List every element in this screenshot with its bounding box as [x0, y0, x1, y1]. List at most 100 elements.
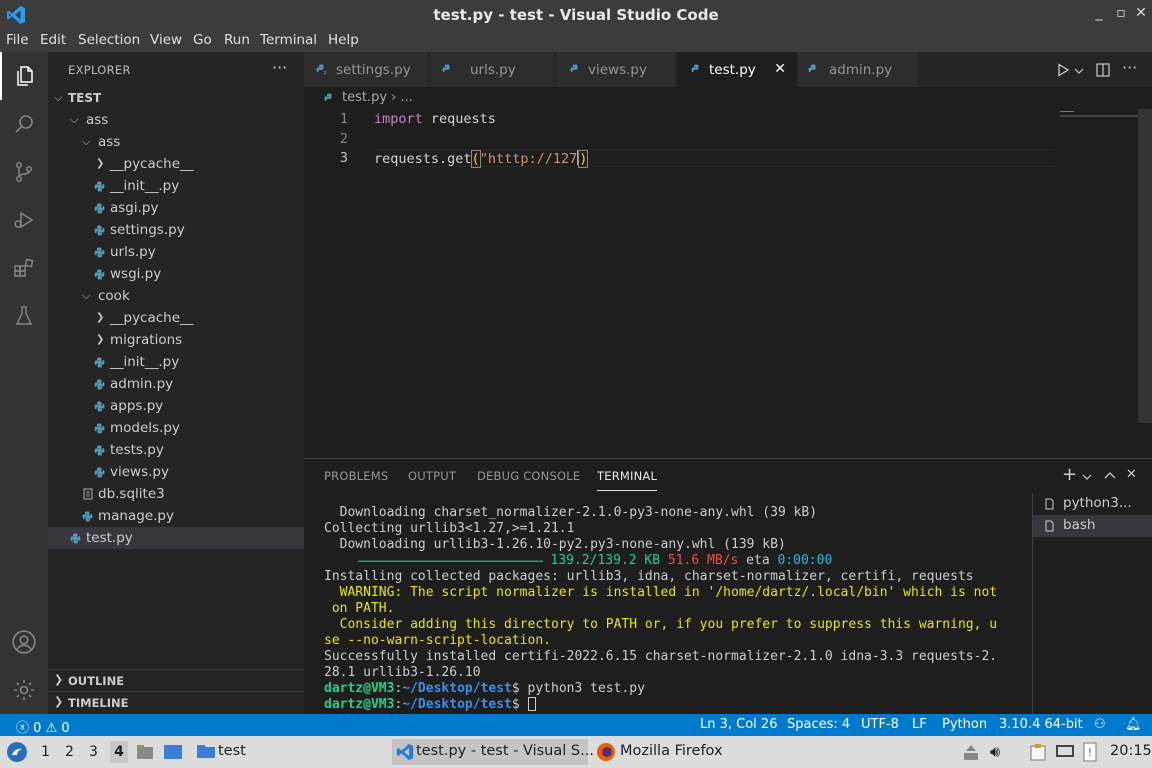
tree-folder[interactable]: ⌵ cook	[48, 285, 304, 307]
updates-icon[interactable]: !	[1083, 742, 1097, 762]
outline-section[interactable]: ❯ OUTLINE	[48, 669, 304, 691]
tree-file[interactable]: admin.py	[48, 373, 304, 395]
source-control-activity[interactable]	[0, 148, 48, 196]
terminal-item-python3[interactable]: python3...	[1033, 493, 1152, 515]
maximize-button[interactable]: ▫	[1112, 5, 1130, 21]
menu-view[interactable]: View	[150, 32, 182, 48]
terminal-warning: se --no-warn-script-location.	[324, 633, 551, 648]
volume-icon[interactable]: 🔊︎	[990, 742, 1000, 762]
code-line[interactable]: import requests	[374, 111, 496, 127]
upload-icon[interactable]	[963, 743, 979, 761]
python-file-icon	[94, 225, 105, 236]
menu-run[interactable]: Run	[224, 32, 250, 48]
accounts-activity[interactable]	[0, 618, 48, 666]
tree-file[interactable]: views.py	[48, 461, 304, 483]
problems-status[interactable]: ⓧ 0 ⚠ 0	[16, 717, 70, 736]
chevron-down-icon[interactable]	[1074, 67, 1084, 75]
extensions-activity[interactable]	[0, 244, 48, 292]
terminal-item-bash[interactable]: bash	[1033, 515, 1152, 537]
task-firefox[interactable]: Mozilla Firefox	[596, 739, 736, 765]
run-debug-activity[interactable]	[0, 196, 48, 244]
task-test-folder[interactable]: test	[194, 739, 254, 765]
files-icon	[17, 66, 33, 86]
close-tab-button[interactable]: ✕	[774, 61, 786, 77]
tab-output[interactable]: OUTPUT	[408, 469, 456, 483]
feedback-icon[interactable]: ⚇	[1094, 717, 1106, 732]
desktop-icon[interactable]	[163, 744, 183, 760]
minimize-button[interactable]: _	[1090, 5, 1108, 21]
editor-scrollbar[interactable]	[1138, 109, 1152, 423]
tree-file[interactable]: asgi.py	[48, 197, 304, 219]
cursor-position[interactable]: Ln 3, Col 26	[700, 717, 777, 732]
tree-folder[interactable]: ❯ __pycache__	[48, 307, 304, 329]
workspace-2[interactable]: 2	[65, 744, 74, 760]
tab-views-py[interactable]: views.py	[556, 52, 676, 87]
tree-file[interactable]: apps.py	[48, 395, 304, 417]
python-file-icon	[324, 93, 332, 102]
terminal-prompt[interactable]: dartz@VM3:~/Desktop/test$	[324, 697, 536, 713]
menu-help[interactable]: Help	[328, 32, 359, 48]
code-editor[interactable]: 1 2 3 import requests requests.get("httt…	[304, 109, 1152, 458]
manage-activity[interactable]	[0, 666, 48, 714]
tree-folder[interactable]: ❯ migrations	[48, 329, 304, 351]
menu-edit[interactable]: Edit	[40, 32, 66, 48]
terminal-line: Downloading charset_normalizer-2.1.0-py3…	[324, 505, 818, 520]
task-vscode[interactable]: test.py - test - Visual S...	[392, 739, 594, 765]
tab-test-py[interactable]: test.py ✕	[677, 52, 797, 87]
split-editor-icon[interactable]	[1096, 63, 1110, 77]
workspace-1[interactable]: 1	[41, 744, 50, 760]
clipboard-icon[interactable]	[1028, 743, 1048, 761]
menu-terminal[interactable]: Terminal	[260, 32, 317, 48]
tree-file[interactable]: __init__.py	[48, 175, 304, 197]
encoding[interactable]: UTF-8	[861, 717, 899, 732]
network-icon[interactable]	[1055, 744, 1075, 760]
tree-file[interactable]: settings.py	[48, 219, 304, 241]
menu-go[interactable]: Go	[193, 32, 212, 48]
tree-file[interactable]: models.py	[48, 417, 304, 439]
more-actions-icon[interactable]: ···	[1122, 58, 1137, 77]
workspace-4[interactable]: 4	[110, 741, 128, 763]
run-file-icon[interactable]	[1056, 63, 1070, 77]
tree-file[interactable]: tests.py	[48, 439, 304, 461]
workspace-3[interactable]: 3	[89, 744, 98, 760]
line-number: 2	[339, 131, 348, 147]
chevron-down-icon[interactable]	[1082, 473, 1092, 481]
maximize-panel-icon[interactable]	[1104, 471, 1116, 481]
code-line[interactable]: requests.get("htttp://127)	[374, 150, 589, 168]
new-terminal-icon[interactable]: +	[1062, 464, 1077, 485]
tree-file[interactable]: test.py	[48, 527, 304, 549]
tree-file[interactable]: __init__.py	[48, 351, 304, 373]
search-activity[interactable]	[0, 100, 48, 148]
language-mode[interactable]: Python	[942, 717, 987, 732]
notifications-bell-icon[interactable]: 🔔︎	[1125, 717, 1142, 732]
close-window-button[interactable]: ✕	[1132, 5, 1150, 21]
tree-folder[interactable]: ⌵ ass	[48, 131, 304, 153]
tab-debug-console[interactable]: DEBUG CONSOLE	[477, 469, 580, 483]
breadcrumb[interactable]: test.py › ...	[304, 87, 1152, 109]
close-panel-icon[interactable]: ✕	[1126, 467, 1137, 482]
indentation[interactable]: Spaces: 4	[787, 717, 850, 732]
testing-activity[interactable]	[0, 292, 48, 340]
tree-file[interactable]: db.sqlite3	[48, 483, 304, 505]
tree-file[interactable]: urls.py	[48, 241, 304, 263]
tab-admin-py[interactable]: admin.py	[798, 52, 918, 87]
tree-folder[interactable]: ⌵ ass	[48, 109, 304, 131]
tab-settings-py[interactable]: settings.py	[304, 52, 429, 87]
file-manager-icon[interactable]	[136, 744, 154, 760]
chevron-right-icon: ❯	[54, 695, 64, 708]
tree-folder[interactable]: ❯ __pycache__	[48, 153, 304, 175]
tab-problems[interactable]: PROBLEMS	[324, 469, 388, 483]
start-menu-icon[interactable]	[6, 741, 28, 763]
tab-urls-py[interactable]: urls.py	[430, 52, 555, 87]
tree-file[interactable]: manage.py	[48, 505, 304, 527]
tree-file[interactable]: wsgi.py	[48, 263, 304, 285]
menu-selection[interactable]: Selection	[78, 32, 140, 48]
explorer-activity[interactable]	[0, 52, 48, 100]
python-interpreter[interactable]: 3.10.4 64-bit	[999, 717, 1083, 732]
explorer-more-button[interactable]: ···	[272, 58, 287, 77]
timeline-section[interactable]: ❯ TIMELINE	[48, 691, 304, 713]
end-of-line[interactable]: LF	[912, 717, 927, 732]
tree-root-test[interactable]: ⌵ TEST	[48, 87, 304, 109]
tab-terminal[interactable]: TERMINAL	[597, 469, 658, 491]
menu-file[interactable]: File	[6, 32, 29, 48]
